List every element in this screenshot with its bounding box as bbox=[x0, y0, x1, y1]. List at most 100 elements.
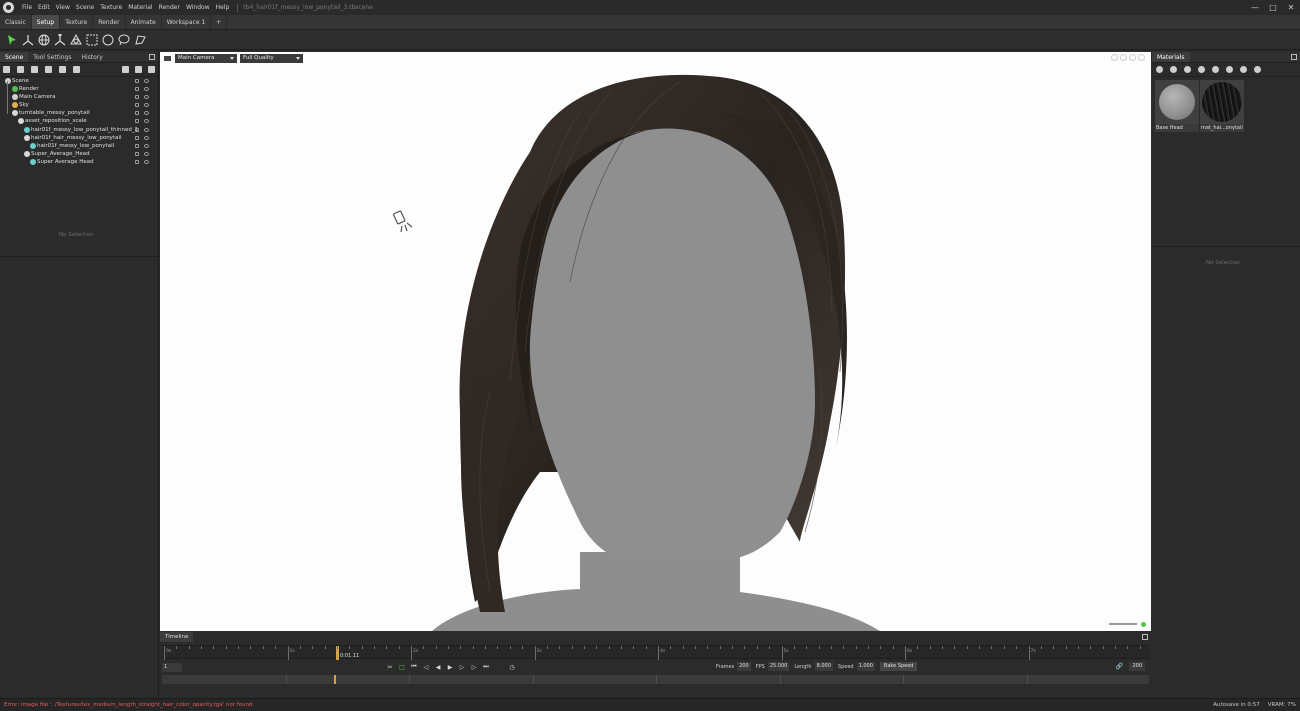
lock-icon[interactable] bbox=[135, 127, 139, 132]
trash-icon[interactable] bbox=[148, 66, 155, 73]
skip-start-icon[interactable]: ⏮ bbox=[408, 662, 420, 672]
viewport-3d[interactable] bbox=[160, 52, 1151, 631]
fps-input[interactable]: 25.000 bbox=[767, 662, 790, 671]
duplicate-material-icon[interactable] bbox=[1170, 66, 1177, 73]
camera-icon[interactable] bbox=[164, 55, 171, 61]
tab-tool-settings[interactable]: Tool Settings bbox=[28, 52, 76, 62]
clock-icon[interactable]: ◷ bbox=[506, 662, 518, 672]
visibility-eye-icon[interactable] bbox=[144, 111, 149, 116]
close-icon[interactable]: ✕ bbox=[1282, 0, 1300, 15]
add-object-icon[interactable] bbox=[3, 66, 10, 73]
lasso-select-icon[interactable] bbox=[116, 32, 132, 48]
step-forward-icon[interactable]: ▷ bbox=[456, 662, 468, 672]
visibility-eye-icon[interactable] bbox=[144, 135, 149, 140]
scale-gizmo-icon[interactable] bbox=[52, 32, 68, 48]
lock-icon[interactable] bbox=[135, 95, 139, 100]
menu-render[interactable]: Render bbox=[156, 0, 183, 15]
add-light-icon[interactable] bbox=[17, 66, 24, 73]
popout-icon[interactable] bbox=[149, 54, 155, 60]
circle-select-icon[interactable] bbox=[100, 32, 116, 48]
menu-file[interactable]: File bbox=[19, 0, 35, 15]
fullscreen-icon[interactable] bbox=[1138, 54, 1145, 61]
tree-item[interactable]: hair01f_messy_low_ponytail_thinned_1 bbox=[0, 126, 158, 134]
material-tile[interactable]: mat_hai...onytail bbox=[1200, 80, 1244, 132]
duplicate-icon[interactable] bbox=[135, 66, 142, 73]
frame-icon[interactable] bbox=[1129, 54, 1136, 61]
move-gizmo-icon[interactable] bbox=[20, 32, 36, 48]
menu-window[interactable]: Window bbox=[183, 0, 213, 15]
visibility-eye-icon[interactable] bbox=[144, 79, 149, 83]
frames-input[interactable]: 200 bbox=[737, 662, 751, 671]
visibility-eye-icon[interactable] bbox=[144, 95, 149, 100]
loop-icon[interactable]: □ bbox=[396, 662, 408, 672]
lock-icon[interactable] bbox=[135, 103, 139, 108]
lock-icon[interactable] bbox=[135, 135, 139, 140]
skip-end-icon[interactable]: ⏭ bbox=[480, 662, 492, 672]
timeline-track[interactable] bbox=[162, 675, 1149, 684]
lock-icon[interactable] bbox=[135, 143, 139, 148]
play-reverse-icon[interactable]: ◀ bbox=[432, 662, 444, 672]
add-group-icon[interactable] bbox=[59, 66, 66, 73]
rect-select-icon[interactable] bbox=[84, 32, 100, 48]
menu-help[interactable]: Help bbox=[213, 0, 233, 15]
menu-texture[interactable]: Texture bbox=[97, 0, 125, 15]
visibility-eye-icon[interactable] bbox=[144, 127, 149, 132]
tree-item[interactable]: Render bbox=[0, 85, 158, 93]
timeline-ruler[interactable]: 0:01.11 0s 1s 2s 3s 4s 5s 6s 7s bbox=[162, 645, 1149, 660]
speed-input[interactable]: 1.000 bbox=[856, 662, 875, 671]
add-shape-icon[interactable] bbox=[45, 66, 52, 73]
add-camera-icon[interactable] bbox=[31, 66, 38, 73]
polygon-select-icon[interactable] bbox=[132, 32, 148, 48]
tree-item[interactable]: hair01f_hair_messy_low_ponytail bbox=[0, 134, 158, 142]
tab-setup[interactable]: Setup bbox=[31, 15, 61, 29]
lock-icon[interactable] bbox=[135, 151, 139, 156]
tree-item[interactable]: Super Average Head bbox=[0, 158, 158, 166]
refresh-icon[interactable] bbox=[1254, 66, 1261, 73]
maximize-icon[interactable]: □ bbox=[1264, 0, 1282, 15]
lock-icon[interactable] bbox=[135, 79, 139, 83]
rotate-gizmo-icon[interactable] bbox=[36, 32, 52, 48]
tree-item[interactable]: hair01f_messy_low_ponytail bbox=[0, 142, 158, 150]
tab-classic[interactable]: Classic bbox=[0, 15, 32, 29]
bake-speed-button[interactable]: Bake Speed bbox=[879, 662, 918, 671]
tab-texture[interactable]: Texture bbox=[60, 15, 94, 29]
add-sky-icon[interactable] bbox=[73, 66, 80, 73]
tab-history[interactable]: History bbox=[76, 52, 107, 62]
material-tile[interactable]: Base Head bbox=[1155, 80, 1199, 132]
length-input[interactable]: 8.000 bbox=[814, 662, 833, 671]
select-arrow-icon[interactable] bbox=[4, 32, 20, 48]
lock-icon[interactable] bbox=[135, 159, 139, 164]
quality-select[interactable]: Full Quality bbox=[240, 53, 303, 63]
tree-item[interactable]: Super_Average_Head bbox=[0, 150, 158, 158]
step-back-icon[interactable]: ◁ bbox=[420, 662, 432, 672]
copy-icon[interactable] bbox=[1212, 66, 1219, 73]
link-icon[interactable]: 🔗 bbox=[1116, 663, 1123, 670]
lock-icon[interactable] bbox=[135, 111, 139, 116]
next-key-icon[interactable]: ▷ bbox=[468, 662, 480, 672]
end-frame-input[interactable]: 200 bbox=[1129, 662, 1145, 671]
tree-item[interactable]: turntable_messy_ponytail bbox=[0, 109, 158, 117]
scissors-icon[interactable]: ✂ bbox=[384, 662, 396, 672]
visibility-eye-icon[interactable] bbox=[144, 143, 149, 148]
folder-icon[interactable] bbox=[1198, 66, 1205, 73]
check-icon[interactable] bbox=[1240, 66, 1247, 73]
pan-icon[interactable] bbox=[1120, 54, 1127, 61]
lock-icon[interactable] bbox=[135, 119, 139, 124]
add-workspace-button[interactable]: + bbox=[211, 15, 228, 29]
tab-timeline[interactable]: Timeline bbox=[160, 632, 194, 642]
popout-icon[interactable] bbox=[1142, 634, 1148, 640]
tab-animate[interactable]: Animate bbox=[126, 15, 162, 29]
menu-edit[interactable]: Edit bbox=[35, 0, 53, 15]
light-gizmo-icon[interactable] bbox=[392, 210, 414, 236]
tab-render[interactable]: Render bbox=[93, 15, 126, 29]
tree-item[interactable]: asset_reposition_scale bbox=[0, 117, 158, 125]
minimize-icon[interactable]: — bbox=[1246, 0, 1264, 15]
tab-workspace-1[interactable]: Workspace 1 bbox=[162, 15, 212, 29]
tree-item[interactable]: Main Camera bbox=[0, 93, 158, 101]
camera-select[interactable]: Main Camera bbox=[175, 53, 237, 63]
popout-icon[interactable] bbox=[1291, 54, 1297, 60]
tree-item[interactable]: Scene bbox=[0, 77, 158, 85]
visibility-eye-icon[interactable] bbox=[144, 151, 149, 156]
gear-icon[interactable] bbox=[1184, 66, 1191, 73]
visibility-eye-icon[interactable] bbox=[144, 159, 149, 164]
